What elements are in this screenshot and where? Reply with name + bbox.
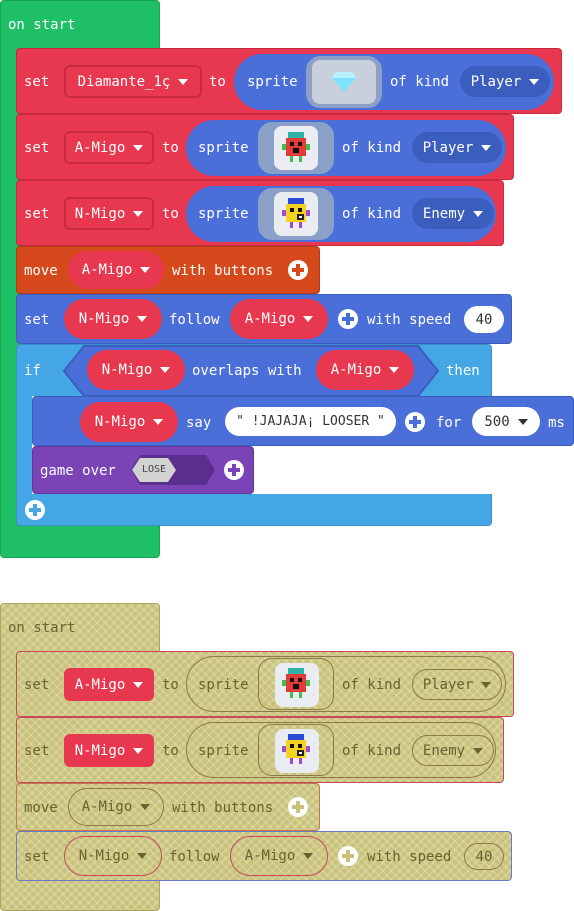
set-label: set	[24, 74, 50, 90]
set-label: set	[24, 206, 50, 222]
with-speed-label: with speed	[367, 849, 452, 865]
set-label: set	[24, 849, 50, 865]
yellow-monster-icon	[282, 198, 310, 228]
sprite-label: sprite	[198, 677, 249, 693]
move-label: move	[24, 263, 58, 279]
expand-plus-icon[interactable]	[338, 846, 358, 866]
of-kind-label: of kind	[342, 743, 402, 759]
target-dropdown[interactable]: A-Migo	[230, 836, 328, 876]
to-label: to	[209, 74, 226, 90]
variable-dropdown[interactable]: A-Migo	[64, 131, 154, 164]
set-label: set	[24, 743, 50, 759]
follow-label: follow	[169, 849, 220, 865]
say-text-input[interactable]: " !JAJAJA¡ LOOSER "	[225, 407, 396, 436]
expand-plus-icon[interactable]: .p1::before,.p1::after{background:#d6491…	[288, 260, 308, 280]
variable-dropdown[interactable]: N-Migo	[80, 402, 178, 442]
sprite-label: sprite	[247, 74, 298, 90]
move-with-buttons-block[interactable]	[16, 246, 320, 294]
move-label: move	[24, 800, 58, 816]
sprite-image-picker[interactable]	[258, 724, 334, 776]
red-monster-icon	[282, 668, 310, 698]
to-label: to	[162, 677, 179, 693]
on-start-label: on start	[8, 17, 76, 33]
duration-dropdown[interactable]: 500	[472, 407, 540, 436]
expand-plus-icon[interactable]	[288, 797, 308, 817]
to-label: to	[162, 140, 179, 156]
then-label: then	[446, 363, 480, 379]
of-kind-label: of kind	[390, 74, 450, 90]
else-plus-icon[interactable]	[25, 500, 45, 520]
on-start-label: on start	[8, 620, 76, 636]
game-over-label: game over	[40, 463, 116, 479]
kind-dropdown[interactable]: Player	[460, 66, 550, 97]
variable-dropdown[interactable]: N-Migo	[64, 299, 162, 339]
sprite-label: sprite	[198, 743, 249, 759]
with-buttons-label: with buttons	[172, 800, 274, 816]
of-kind-label: of kind	[342, 677, 402, 693]
variable-dropdown[interactable]: N-Migo	[64, 836, 162, 876]
sprite-image-picker[interactable]	[306, 56, 382, 108]
variable-dropdown[interactable]: N-Migo	[87, 350, 185, 390]
expand-plus-icon[interactable]	[338, 309, 358, 329]
variable-dropdown[interactable]: Diamante_1ç	[64, 65, 202, 98]
if-label: if	[24, 363, 41, 379]
speed-input[interactable]: 40	[464, 843, 504, 870]
sprite-label: sprite	[198, 206, 249, 222]
for-label: for	[436, 415, 462, 431]
red-monster-icon	[282, 132, 310, 162]
variable-dropdown[interactable]: N-Migo	[64, 734, 154, 767]
with-speed-label: with speed	[367, 312, 452, 328]
set-label: set	[24, 140, 50, 156]
to-label: to	[162, 206, 179, 222]
sprite-image-picker[interactable]	[258, 122, 334, 174]
expand-plus-icon[interactable]	[405, 412, 425, 432]
expand-plus-icon[interactable]	[224, 460, 244, 480]
variable-dropdown[interactable]: A-Migo	[316, 350, 414, 390]
kind-dropdown[interactable]: Enemy	[412, 198, 494, 229]
variable-dropdown[interactable]: A-Migo	[64, 668, 154, 701]
move-with-buttons-block-disabled[interactable]	[16, 783, 320, 831]
sprite-image-picker[interactable]	[258, 188, 334, 240]
variable-dropdown[interactable]: A-Migo	[68, 788, 164, 826]
kind-dropdown[interactable]: Player	[412, 132, 502, 163]
lose-value: LOSE	[142, 464, 167, 475]
set-label: set	[24, 677, 50, 693]
set-label: set	[24, 312, 50, 328]
of-kind-label: of kind	[342, 206, 402, 222]
of-kind-label: of kind	[342, 140, 402, 156]
sprite-image-picker[interactable]	[258, 658, 334, 710]
yellow-monster-icon	[282, 734, 310, 764]
kind-dropdown[interactable]: Enemy	[412, 735, 494, 766]
to-label: to	[162, 743, 179, 759]
kind-dropdown[interactable]: Player	[412, 669, 502, 700]
diamond-icon	[332, 72, 356, 92]
with-buttons-label: with buttons	[172, 263, 274, 279]
target-dropdown[interactable]: A-Migo	[230, 299, 328, 339]
speed-input[interactable]: 40	[464, 306, 504, 333]
overlaps-with-label: overlaps with	[192, 363, 302, 379]
variable-dropdown[interactable]: A-Migo	[68, 251, 164, 289]
say-label: say	[186, 415, 212, 431]
variable-dropdown[interactable]: N-Migo	[64, 197, 154, 230]
ms-label: ms	[548, 415, 565, 431]
sprite-label: sprite	[198, 140, 249, 156]
follow-label: follow	[169, 312, 220, 328]
